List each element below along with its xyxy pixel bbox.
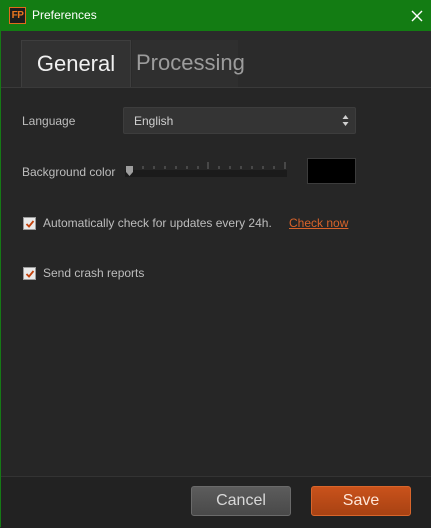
app-logo-icon: FP [9,7,26,24]
background-color-slider[interactable] [125,160,287,180]
checkmark-icon [25,270,35,278]
general-panel: Language English Background color Automa… [1,88,431,476]
background-color-label: Background color [22,165,116,179]
cancel-button[interactable]: Cancel [191,486,291,516]
check-now-link[interactable]: Check now [289,216,348,230]
preferences-window: FP Preferences General Processing Langua… [0,0,431,528]
tab-bar: General Processing [1,31,431,88]
tab-processing[interactable]: Processing [132,40,245,87]
auto-update-checkbox[interactable] [23,217,36,230]
checkmark-icon [25,220,35,228]
dialog-footer: Cancel Save [1,476,431,528]
save-button[interactable]: Save [311,486,411,516]
window-title: Preferences [32,8,97,22]
close-icon [411,10,422,21]
updown-arrows-icon [342,115,349,126]
background-color-swatch[interactable] [307,158,356,184]
language-label: Language [22,114,76,128]
auto-update-label: Automatically check for updates every 24… [43,216,272,230]
crash-reports-checkbox[interactable] [23,267,36,280]
crash-reports-label: Send crash reports [43,266,145,280]
slider-handle[interactable] [126,166,133,176]
language-value: English [134,114,174,128]
tab-general[interactable]: General [21,40,131,87]
slider-track[interactable] [125,170,287,177]
close-button[interactable] [401,0,431,31]
language-select[interactable]: English [123,107,356,134]
slider-ticks [127,162,286,169]
title-bar: FP Preferences [1,0,431,31]
